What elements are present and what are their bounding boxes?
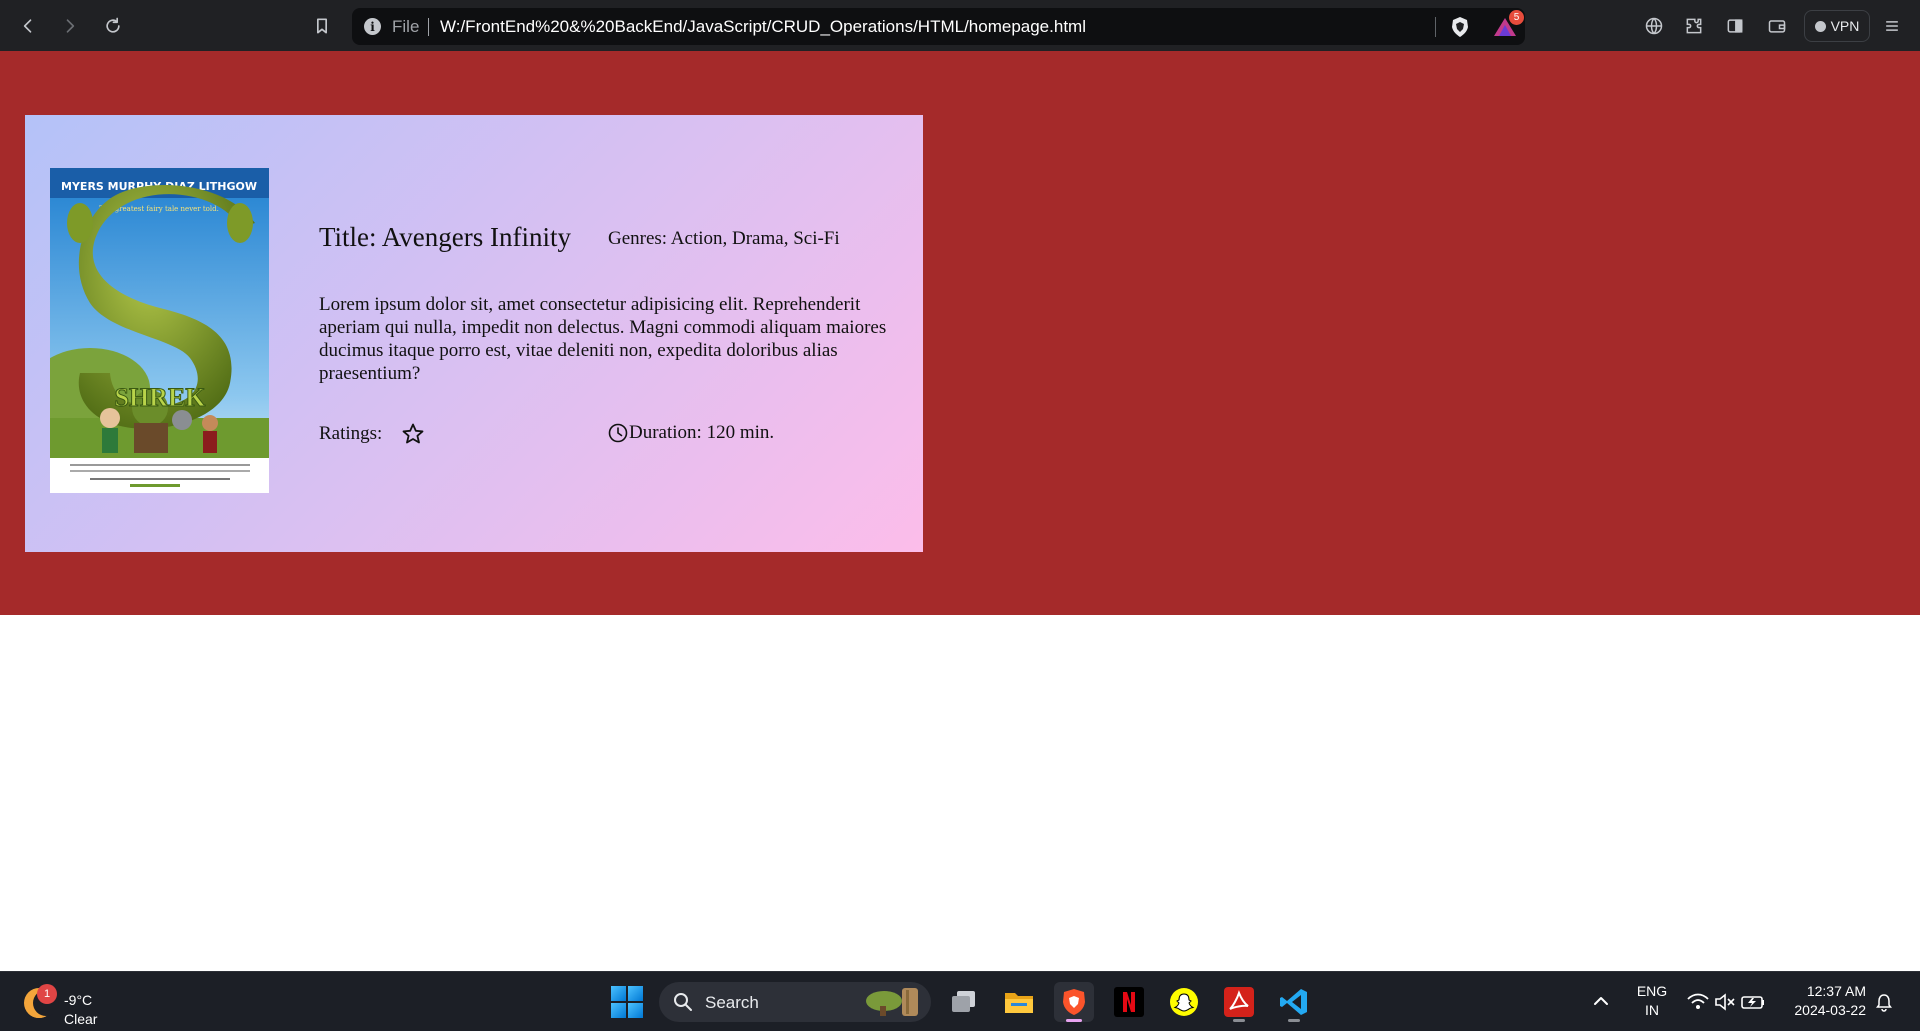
ratings-row: Ratings:: [319, 422, 425, 446]
movie-genres: Genres: Action, Drama, Sci-Fi: [608, 228, 840, 249]
extensions-icon[interactable]: [1682, 14, 1706, 38]
bookmark-icon[interactable]: [308, 12, 336, 40]
vpn-status-icon: [1814, 20, 1826, 32]
address-bar[interactable]: i File W:/FrontEnd%20&%20BackEnd/JavaScr…: [352, 8, 1525, 45]
windows-taskbar: 1 -9°C Clear Search ENG IN 12:37 AM 2024…: [0, 971, 1920, 1031]
notification-bell-icon[interactable]: [1874, 992, 1894, 1012]
input-language-indicator[interactable]: ENG IN: [1632, 982, 1672, 1020]
brave-shields-icon[interactable]: [1450, 16, 1470, 38]
sidebar-toggle-icon[interactable]: [1723, 14, 1747, 38]
url-separator: [428, 18, 429, 36]
movie-poster: MYERS MURPHY DIAZ LITHGOW The greatest f…: [50, 168, 269, 493]
search-highlight-icon: [866, 988, 918, 1016]
weather-badge: 1: [37, 984, 57, 1004]
language-code: ENG: [1636, 983, 1668, 999]
vpn-button[interactable]: VPN: [1804, 10, 1870, 42]
poster-wordmark: SHREK: [114, 383, 206, 412]
back-icon[interactable]: [14, 12, 42, 40]
forward-icon[interactable]: [56, 12, 84, 40]
wallet-icon[interactable]: [1765, 14, 1789, 38]
clock-icon: [608, 423, 628, 443]
url-divider: [1435, 17, 1436, 37]
taskbar-search[interactable]: Search: [659, 982, 931, 1022]
windows-start-icon[interactable]: [611, 986, 643, 1018]
open-app-indicator: [1233, 1019, 1245, 1022]
snapchat-icon[interactable]: [1164, 982, 1204, 1022]
vpn-label: VPN: [1830, 18, 1860, 34]
search-icon: [674, 993, 692, 1011]
netflix-icon[interactable]: [1109, 982, 1149, 1022]
battery-charging-icon: [1741, 996, 1764, 1009]
brave-browser-icon[interactable]: [1054, 982, 1094, 1022]
browser-toolbar: i File W:/FrontEnd%20&%20BackEnd/JavaScr…: [0, 0, 1920, 51]
region-code: IN: [1645, 1002, 1659, 1018]
adobe-acrobat-icon[interactable]: [1219, 982, 1259, 1022]
movie-description: Lorem ipsum dolor sit, amet consectetur …: [319, 294, 887, 384]
reload-icon[interactable]: [99, 12, 127, 40]
weather-condition: Clear: [64, 1011, 98, 1027]
weather-widget[interactable]: 1 -9°C Clear: [24, 982, 134, 1027]
duration-label: Duration: 120 min.: [629, 422, 775, 443]
site-info-icon[interactable]: i: [364, 18, 381, 35]
active-app-indicator: [1066, 1019, 1082, 1022]
translate-globe-icon[interactable]: [1642, 14, 1666, 38]
url-text[interactable]: W:/FrontEnd%20&%20BackEnd/JavaScript/CRU…: [440, 17, 1086, 37]
wifi-icon: [1687, 993, 1709, 1009]
file-explorer-icon[interactable]: [999, 982, 1039, 1022]
chevron-up-icon[interactable]: [1592, 992, 1610, 1010]
movie-title: Title: Avengers Infinity: [319, 222, 571, 252]
rewards-badge: 5: [1509, 10, 1524, 25]
movie-card: MYERS MURPHY DIAZ LITHGOW The greatest f…: [25, 115, 923, 552]
weather-temperature: -9°C: [64, 992, 93, 1008]
open-app-indicator: [1288, 1019, 1300, 1022]
clock-date: 2024-03-22: [1794, 1002, 1866, 1018]
vscode-icon[interactable]: [1274, 982, 1314, 1022]
speaker-muted-icon: [1715, 993, 1735, 1011]
clock-time: 12:37 AM: [1806, 983, 1866, 999]
poster-credit: LITHGOW: [199, 180, 257, 193]
url-scheme-label: File: [392, 17, 420, 36]
system-tray-icons[interactable]: [1686, 990, 1766, 1014]
poster-image: MYERS MURPHY DIAZ LITHGOW The greatest f…: [50, 168, 269, 493]
star-icon[interactable]: [401, 422, 425, 446]
search-label: Search: [705, 993, 759, 1012]
poster-credit: MYERS: [61, 180, 108, 193]
ratings-label: Ratings:: [319, 423, 383, 444]
duration-row: Duration: 120 min.: [608, 422, 774, 444]
menu-icon[interactable]: [1880, 14, 1904, 38]
task-view-icon[interactable]: [944, 982, 984, 1022]
system-clock[interactable]: 12:37 AM 2024-03-22: [1780, 982, 1866, 1020]
